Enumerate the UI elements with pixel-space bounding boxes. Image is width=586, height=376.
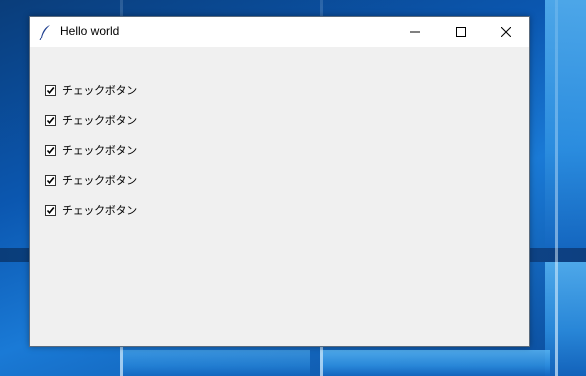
checkbutton[interactable]: チェックボタン — [45, 172, 137, 188]
close-button[interactable] — [483, 17, 529, 47]
desktop-wallpaper-pane — [320, 350, 550, 376]
close-icon — [501, 27, 511, 37]
feather-icon — [39, 24, 53, 41]
desktop-wallpaper-light — [555, 0, 558, 376]
maximize-icon — [456, 27, 466, 37]
title-bar[interactable]: Hello world — [30, 17, 529, 47]
maximize-button[interactable] — [438, 17, 484, 47]
desktop-wallpaper-pane — [545, 262, 586, 376]
checkmark-icon — [46, 86, 55, 94]
checkbutton[interactable]: チェックボタン — [45, 112, 137, 128]
checkbutton[interactable]: チェックボタン — [45, 202, 137, 218]
window-title: Hello world — [60, 24, 120, 38]
minimize-button[interactable] — [392, 17, 438, 47]
checkbox[interactable] — [45, 114, 56, 126]
checkbox[interactable] — [45, 174, 56, 186]
checkbutton-label: チェックボタン — [62, 114, 137, 127]
checkbutton[interactable]: チェックボタン — [45, 142, 137, 158]
checkbutton[interactable]: チェックボタン — [45, 82, 137, 98]
minimize-icon — [410, 31, 420, 33]
checkmark-icon — [46, 206, 55, 214]
checkmark-icon — [46, 146, 55, 154]
checkbox[interactable] — [45, 144, 56, 156]
checkbutton-label: チェックボタン — [62, 204, 137, 217]
desktop-wallpaper-pane — [545, 0, 586, 250]
app-window: Hello world チェックボタン チェックボタン チェックボタン チェック… — [29, 16, 530, 347]
checkmark-icon — [46, 116, 55, 124]
desktop-wallpaper-pane — [120, 350, 310, 376]
checkbutton-label: チェックボタン — [62, 174, 137, 187]
checkbutton-label: チェックボタン — [62, 84, 137, 97]
checkbox[interactable] — [45, 84, 56, 96]
window-client-area: チェックボタン チェックボタン チェックボタン チェックボタン チェックボタン — [30, 47, 529, 346]
checkbox[interactable] — [45, 204, 56, 216]
checkbutton-label: チェックボタン — [62, 144, 137, 157]
checkmark-icon — [46, 176, 55, 184]
